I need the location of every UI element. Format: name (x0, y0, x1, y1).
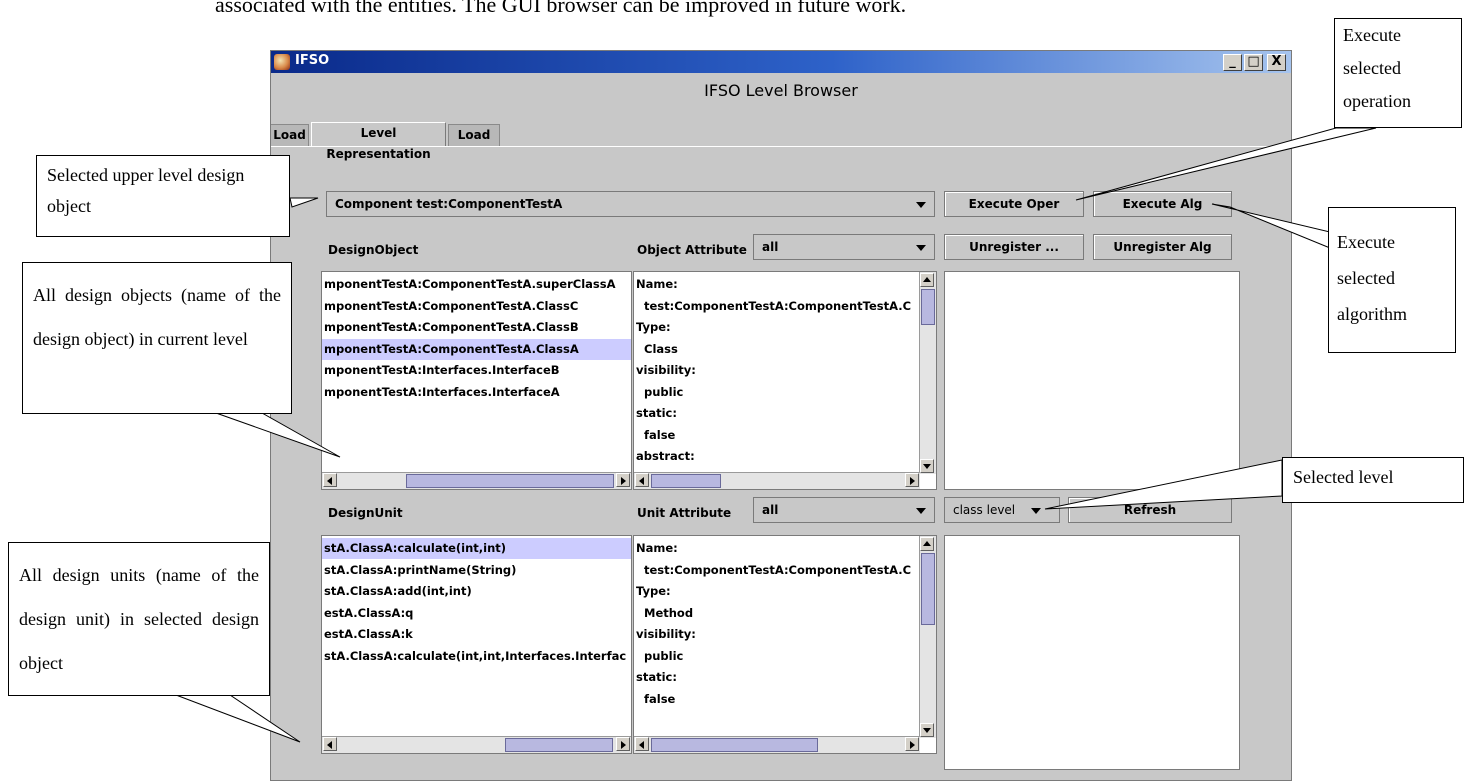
callout-execute-oper: Execute selected operation (1334, 18, 1462, 128)
leader-selected-level (1044, 459, 1283, 510)
callout-execute-alg: Execute selected algorithm (1328, 207, 1456, 353)
callout-upper-level: Selected upper level design object (36, 155, 290, 237)
leader-upper-level (289, 197, 319, 208)
callout-selected-level: Selected level (1282, 457, 1464, 503)
callout-all-objects: All design objects (name of the design o… (22, 262, 292, 414)
leader-all-units (175, 694, 301, 743)
leader-all-objects (215, 412, 341, 458)
leader-execute-alg (1211, 203, 1331, 249)
leader-execute-oper (1075, 127, 1377, 201)
callout-all-units: All design units (name of the design uni… (8, 542, 270, 696)
